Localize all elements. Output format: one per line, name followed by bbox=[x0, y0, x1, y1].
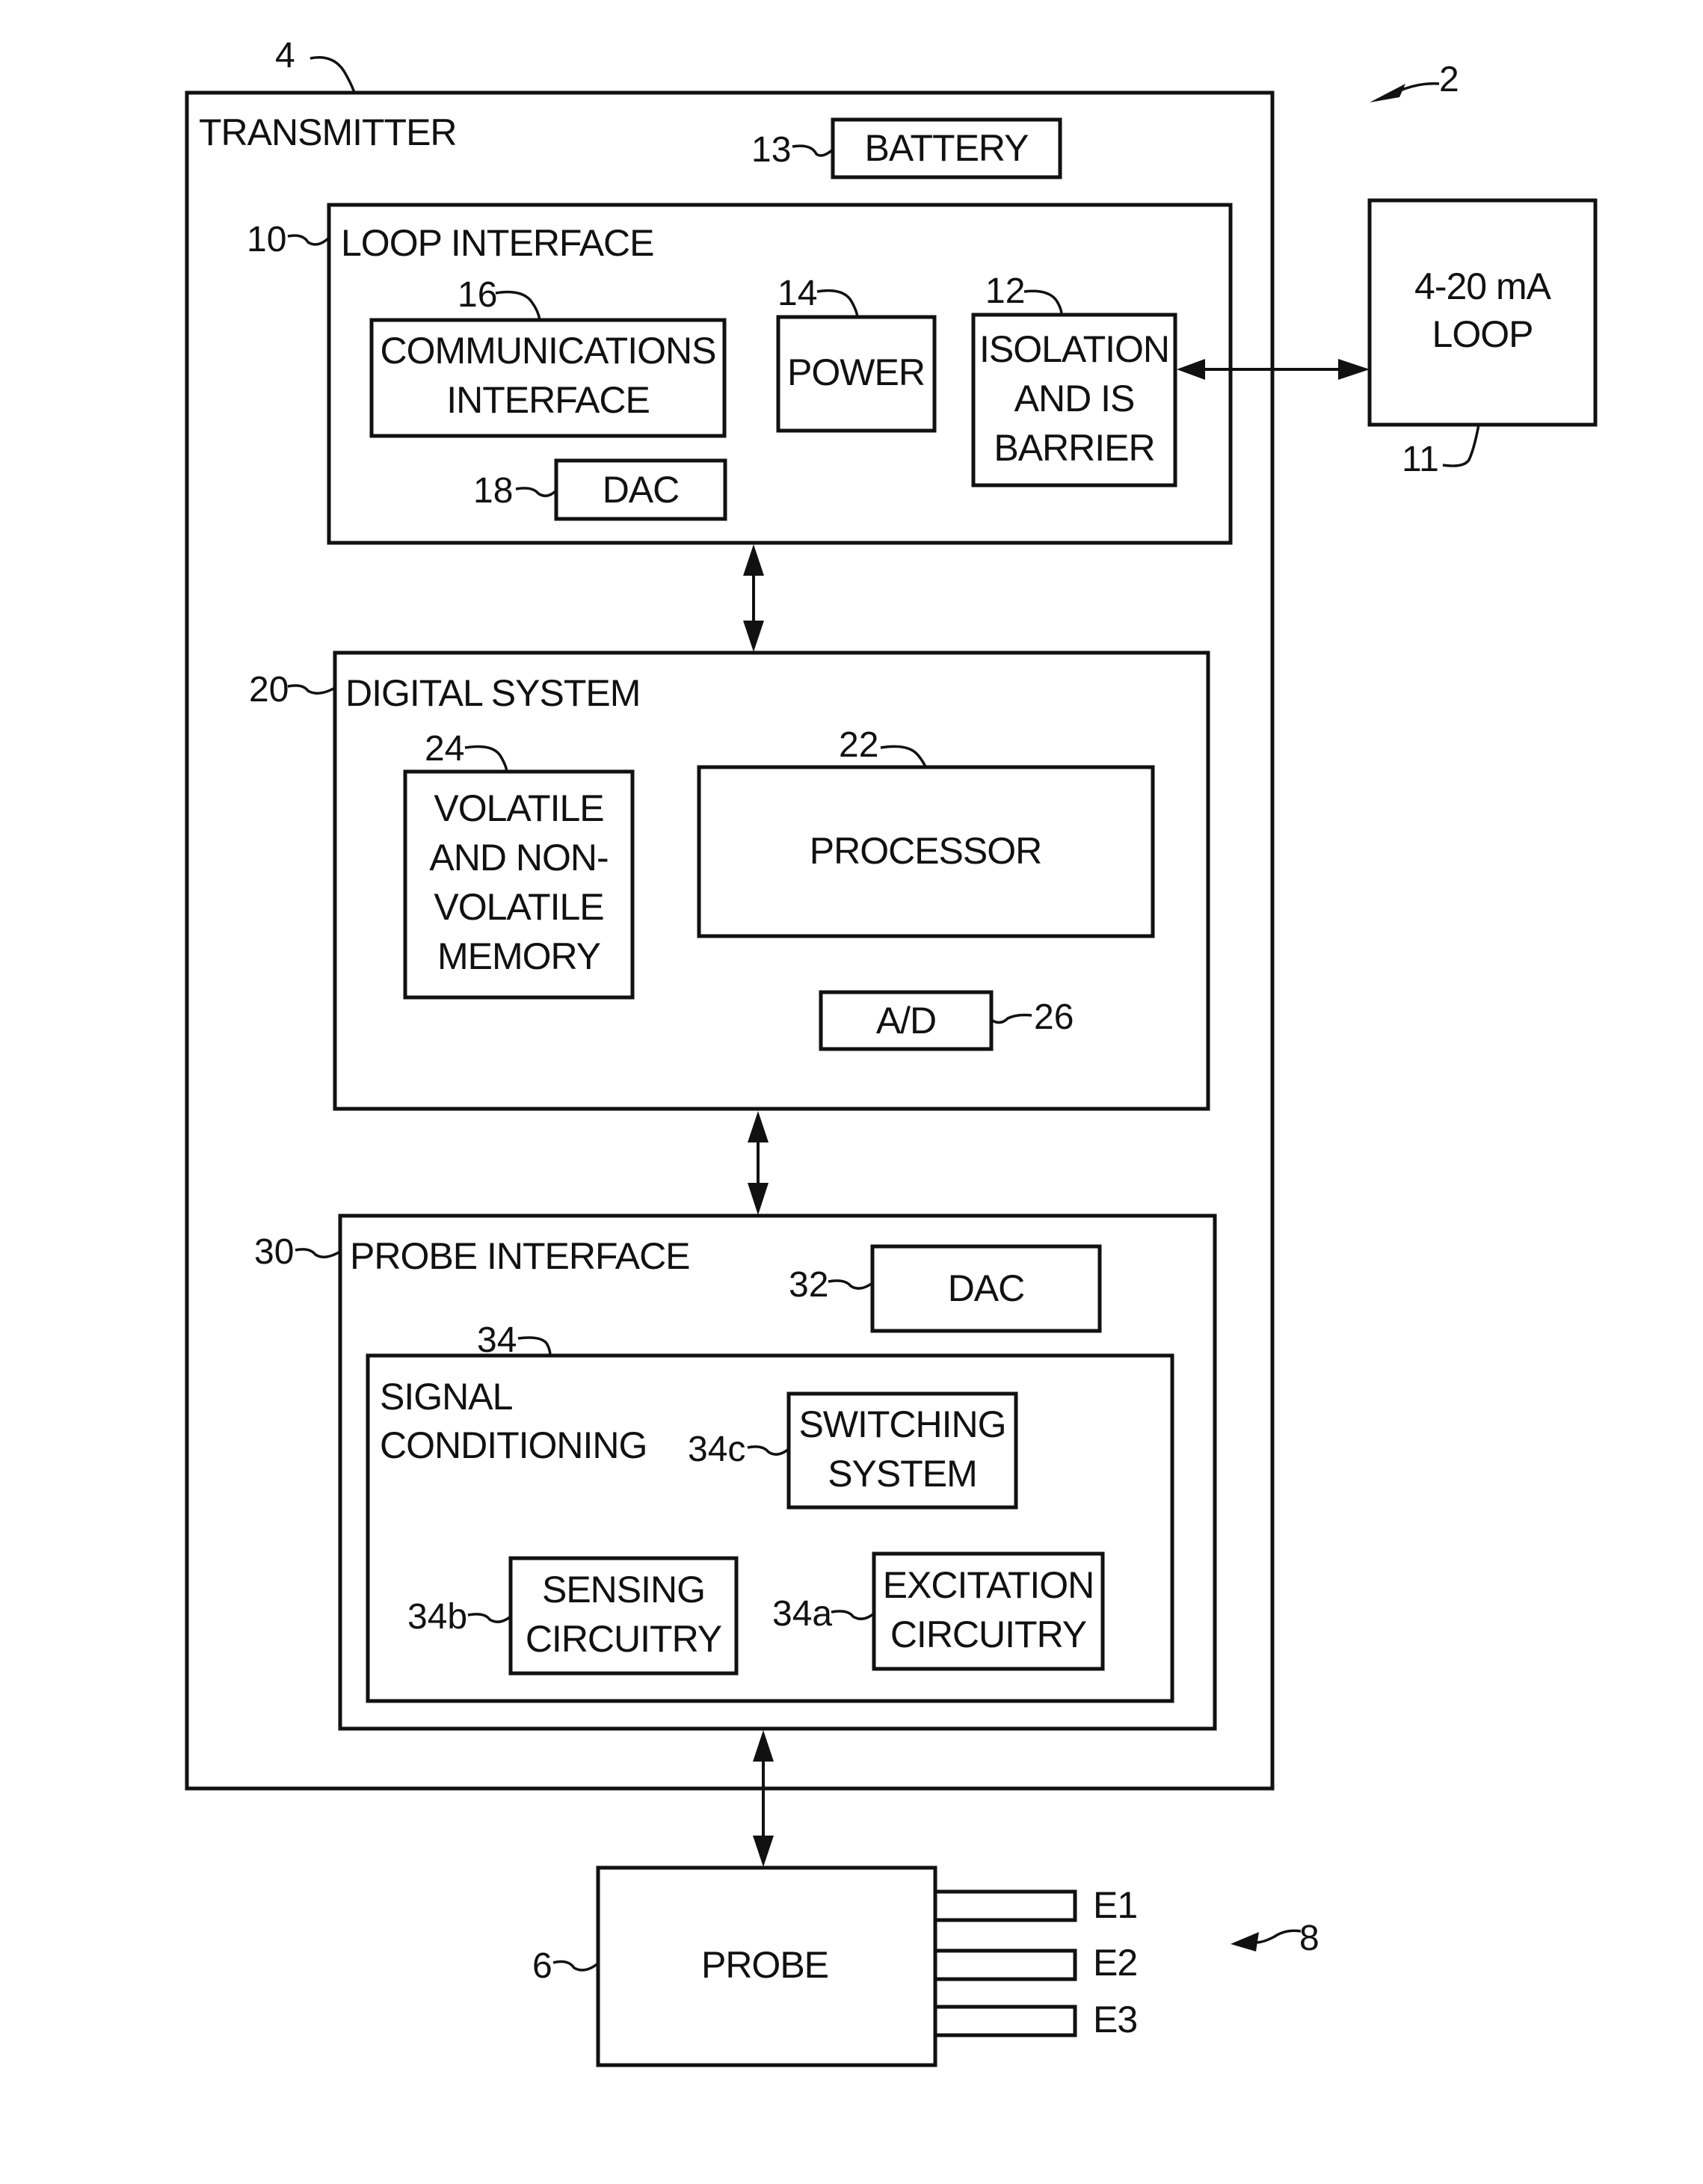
power-label: POWER bbox=[787, 351, 925, 393]
electrode-e2 bbox=[933, 1948, 1077, 1981]
digital-system-title: DIGITAL SYSTEM bbox=[345, 672, 640, 714]
transmitter-title: TRANSMITTER bbox=[199, 111, 457, 153]
ad-converter-label: A/D bbox=[876, 1000, 936, 1042]
electrodes-ref: 8 bbox=[1299, 1919, 1319, 1958]
loop-dac-ref: 18 bbox=[473, 471, 513, 511]
electrode-e3 bbox=[933, 2005, 1077, 2037]
processor-label: PROCESSOR bbox=[810, 830, 1042, 872]
digital-system-block: DIGITAL SYSTEM 20 VOLATILE AND NON- VOLA… bbox=[249, 650, 1210, 1111]
battery-label: BATTERY bbox=[865, 127, 1029, 169]
communications-ref: 16 bbox=[458, 275, 497, 315]
isolation-label-line3: BARRIER bbox=[994, 427, 1154, 469]
current-loop-block: 4-20 mA LOOP 11 bbox=[1367, 198, 1598, 479]
probe-ref: 6 bbox=[532, 1946, 552, 1986]
signal-conditioning-block: SIGNAL CONDITIONING 34 SWITCHING SYSTEM … bbox=[366, 1320, 1174, 1703]
probe-dac-ref: 32 bbox=[789, 1265, 828, 1305]
isolation-label-line1: ISOLATION bbox=[979, 328, 1169, 370]
current-loop-leader bbox=[1442, 424, 1480, 467]
current-loop-box bbox=[1367, 198, 1598, 427]
switching-system-ref: 34c bbox=[688, 1430, 745, 1469]
communications-label-line1: COMMUNICATIONS bbox=[381, 330, 716, 372]
arrow-right-icon bbox=[1338, 359, 1370, 380]
loop-interface-ref: 10 bbox=[247, 220, 286, 259]
probe-interface-title: PROBE INTERFACE bbox=[350, 1235, 690, 1277]
signal-conditioning-line2: CONDITIONING bbox=[380, 1424, 647, 1466]
processor-ref: 22 bbox=[839, 725, 878, 765]
memory-ref: 24 bbox=[425, 729, 464, 769]
electrode-e1 bbox=[933, 1889, 1077, 1922]
battery-ref: 13 bbox=[751, 130, 791, 170]
probe-label: PROBE bbox=[701, 1944, 828, 1986]
electrode-e2-label: E2 bbox=[1093, 1942, 1137, 1984]
arrow-down-icon bbox=[753, 1836, 774, 1867]
current-loop-ref: 11 bbox=[1402, 440, 1439, 479]
transmitter-leader bbox=[310, 56, 356, 93]
probe-block: PROBE 6 bbox=[532, 1865, 937, 2067]
loop-dac-label: DAC bbox=[603, 469, 680, 511]
digital-system-ref: 20 bbox=[249, 670, 289, 710]
loop-interface-title: LOOP INTERFACE bbox=[341, 222, 654, 264]
probe-dac-label: DAC bbox=[948, 1267, 1025, 1309]
excitation-circuitry-line1: EXCITATION bbox=[883, 1564, 1094, 1606]
isolation-label-line2: AND IS bbox=[1014, 378, 1135, 419]
electrodes-leader bbox=[1255, 1929, 1302, 1944]
probe-leader bbox=[552, 1960, 600, 1972]
memory-label-line1: VOLATILE bbox=[434, 787, 603, 829]
communications-label-line2: INTERFACE bbox=[446, 379, 650, 421]
loop-interface-block: LOOP INTERFACE 10 COMMUNICATIONS INTERFA… bbox=[247, 203, 1233, 545]
isolation-ref: 12 bbox=[985, 271, 1025, 311]
memory-label-line2: AND NON- bbox=[429, 837, 608, 879]
probe-interface-block: PROBE INTERFACE 30 DAC 32 SIGNAL CONDITI… bbox=[254, 1213, 1217, 1731]
figure-arrow-icon bbox=[1370, 84, 1405, 102]
ad-converter-ref: 26 bbox=[1034, 997, 1074, 1037]
probe-interface-ref: 30 bbox=[254, 1232, 294, 1272]
current-loop-label-line1: 4-20 mA bbox=[1414, 265, 1552, 307]
figure-ref-label: 2 bbox=[1439, 60, 1459, 99]
switching-system-line2: SYSTEM bbox=[828, 1453, 977, 1495]
figure-ref-2: 2 bbox=[1370, 60, 1459, 102]
signal-conditioning-ref: 34 bbox=[477, 1320, 517, 1360]
sensing-circuitry-line1: SENSING bbox=[542, 1569, 705, 1611]
sensing-circuitry-line2: CIRCUITRY bbox=[526, 1618, 722, 1660]
excitation-circuitry-ref: 34a bbox=[772, 1594, 832, 1634]
current-loop-label-line2: LOOP bbox=[1432, 313, 1533, 355]
transmitter-ref: 4 bbox=[275, 36, 295, 76]
electrode-e3-label: E3 bbox=[1093, 1999, 1137, 2040]
switching-system-line1: SWITCHING bbox=[798, 1403, 1006, 1445]
sensing-circuitry-ref: 34b bbox=[407, 1597, 467, 1637]
electrodes-arrow-icon bbox=[1231, 1932, 1259, 1951]
memory-label-line3: VOLATILE bbox=[434, 886, 603, 928]
electrodes-group: E1 E2 E3 8 bbox=[933, 1884, 1319, 2040]
excitation-circuitry-line2: CIRCUITRY bbox=[890, 1614, 1087, 1655]
block-diagram: 2 TRANSMITTER 4 BATTERY 13 LOOP INTERFAC… bbox=[185, 36, 1598, 2067]
power-ref: 14 bbox=[777, 274, 817, 313]
electrode-e1-label: E1 bbox=[1093, 1884, 1137, 1926]
memory-label-line4: MEMORY bbox=[437, 935, 601, 977]
signal-conditioning-line1: SIGNAL bbox=[380, 1376, 513, 1418]
